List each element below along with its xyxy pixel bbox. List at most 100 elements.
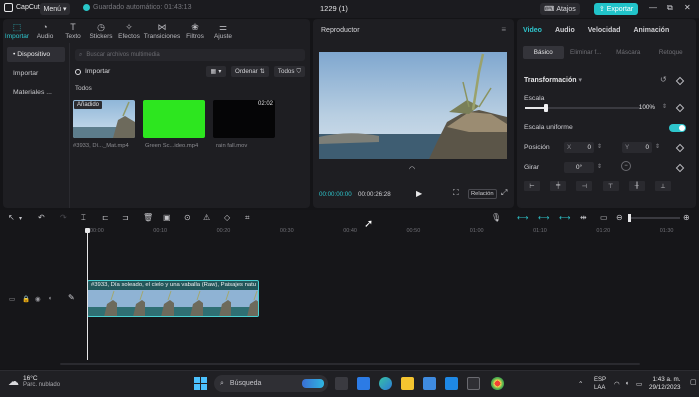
timeline-scrollbar[interactable]	[60, 363, 640, 365]
video-preview[interactable]	[319, 52, 507, 159]
zoom-slider-handle[interactable]	[628, 214, 631, 222]
edge-icon[interactable]	[379, 377, 392, 390]
stepper-icon[interactable]: ⇕	[597, 163, 602, 170]
maximize-button[interactable]: ⧉	[667, 3, 673, 13]
rotate-icon[interactable]: ◇	[224, 213, 230, 222]
reverse-icon[interactable]: ⊙	[184, 213, 191, 222]
auto-snap-icon[interactable]: ⟷	[538, 213, 549, 222]
filter-button[interactable]: Todos ⛉	[274, 66, 305, 77]
media-item-landscape[interactable]: Añadido	[73, 100, 135, 138]
align-left-icon[interactable]: ⊢	[524, 181, 540, 191]
tab-text[interactable]: T Texto	[59, 19, 87, 43]
tab-animation[interactable]: Animación	[633, 27, 669, 34]
scale-slider-handle[interactable]	[543, 104, 548, 112]
position-x-field[interactable]: X0	[564, 142, 594, 153]
microphone-icon[interactable]: 🎙	[491, 213, 501, 222]
position-y-field[interactable]: Y0	[622, 142, 652, 153]
undo-icon[interactable]: ↶	[38, 213, 45, 222]
rotate-field[interactable]: 0°	[564, 162, 594, 173]
export-button[interactable]: ⇪ Exportar	[594, 3, 638, 15]
split-icon[interactable]: ⌶	[81, 213, 86, 223]
uniform-scale-toggle[interactable]	[669, 124, 686, 132]
media-search-input[interactable]: ⌕ Buscar archivos multimedia	[75, 49, 305, 61]
minimize-button[interactable]: —	[649, 3, 657, 12]
tab-audio-props[interactable]: Audio	[555, 27, 575, 34]
visibility-icon[interactable]: ◉	[35, 295, 41, 303]
project-title[interactable]: 1229 (1)	[320, 4, 348, 13]
import-radio[interactable]	[75, 68, 81, 75]
taskbar-clock[interactable]: 1:43 a. m. 29/12/2023	[649, 376, 681, 392]
tab-effects[interactable]: ✧ Efectos	[115, 19, 143, 43]
taskbar-search[interactable]: ⌕ Búsqueda	[214, 375, 328, 392]
keyframe-icon[interactable]	[675, 103, 685, 113]
mail-icon[interactable]	[445, 377, 458, 390]
tab-video[interactable]: Video	[523, 27, 542, 34]
close-button[interactable]: ✕	[684, 3, 691, 12]
tab-transitions[interactable]: ⋈ Transiciones	[143, 19, 181, 43]
view-mode-button[interactable]: ▦ ▾	[206, 66, 226, 77]
edit-pencil-icon[interactable]: ✎	[68, 293, 75, 302]
chrome-icon[interactable]	[491, 377, 504, 390]
subtab-remove-bg[interactable]: Eliminar f...	[566, 46, 607, 59]
stepper-icon[interactable]: ⇕	[597, 143, 602, 150]
freeze-icon[interactable]: ▣	[163, 213, 171, 222]
windows-start-icon[interactable]	[194, 377, 207, 390]
linkage-icon[interactable]: ⟷	[559, 213, 570, 222]
rotate-dial-icon[interactable]: −	[621, 161, 631, 171]
delete-icon[interactable]: 🗑	[143, 213, 153, 222]
playhead-handle[interactable]	[85, 228, 90, 233]
keyframe-icon[interactable]	[675, 143, 685, 153]
track-cover-icon[interactable]: ▭	[9, 295, 15, 303]
link-main-track-icon[interactable]: ⟷	[517, 213, 528, 222]
subtab-mask[interactable]: Máscara	[608, 46, 649, 59]
playhead[interactable]	[87, 229, 88, 360]
focus-frame-icon[interactable]: ⛶	[453, 188, 459, 198]
menu-button[interactable]: Menú ▾	[40, 3, 70, 15]
import-option[interactable]: Importar	[75, 68, 110, 75]
align-center-v-icon[interactable]: ╫	[628, 181, 645, 191]
stepper-icon[interactable]: ⇕	[655, 143, 660, 150]
store-icon[interactable]	[423, 377, 436, 390]
play-icon[interactable]: ▶	[416, 189, 422, 198]
zoom-out-icon[interactable]: ⊖	[616, 213, 623, 222]
tab-stickers[interactable]: ◷ Stickers	[87, 19, 115, 43]
language-indicator[interactable]: ESP LAA	[594, 376, 606, 392]
align-top-icon[interactable]: ⊤	[602, 181, 619, 191]
tab-audio[interactable]: ◔ Audio	[31, 19, 59, 43]
preview-axis-icon[interactable]: ⇹	[580, 213, 587, 222]
video-clip[interactable]: #3933, Día soleado, el cielo y una vabal…	[87, 280, 259, 317]
capcut-taskbar-icon[interactable]	[467, 377, 480, 390]
crop-icon[interactable]: ⌗	[245, 213, 250, 223]
split-right-icon[interactable]: ⊐	[122, 213, 129, 222]
media-item-greenscreen[interactable]	[143, 100, 205, 138]
side-nav-materials[interactable]: Materiales ...	[7, 85, 65, 100]
zoom-in-icon[interactable]: ⊕	[683, 213, 690, 222]
redo-icon[interactable]: ↷	[60, 213, 67, 222]
battery-icon[interactable]: ▭	[636, 380, 642, 388]
tray-chevron-icon[interactable]: ⌃	[578, 380, 583, 388]
hamburger-menu-icon[interactable]: ≡	[501, 25, 506, 34]
shortcuts-button[interactable]: ⌨ Atajos	[540, 3, 580, 15]
align-right-icon[interactable]: ⊣	[576, 181, 593, 191]
keyframe-icon[interactable]	[675, 163, 685, 173]
keyframe-icon[interactable]	[675, 76, 685, 86]
zoom-slider[interactable]	[628, 214, 680, 222]
file-explorer-icon[interactable]	[401, 377, 414, 390]
volume-icon[interactable]: ◖	[625, 380, 629, 387]
ratio-button[interactable]: Relación	[468, 189, 497, 199]
subtitle-icon[interactable]: ▭	[600, 213, 608, 222]
tab-adjust[interactable]: ⚌ Ajuste	[209, 19, 237, 43]
subtab-retouch[interactable]: Retoque	[651, 46, 692, 59]
mute-icon[interactable]: ◖	[48, 295, 52, 302]
lock-icon[interactable]: 🔒	[22, 295, 30, 303]
mirror-icon[interactable]: ⚠	[203, 213, 210, 222]
align-bottom-icon[interactable]: ⊥	[654, 181, 671, 191]
side-nav-device[interactable]: • Dispositivo	[7, 47, 65, 62]
tab-speed[interactable]: Velocidad	[588, 27, 621, 34]
weather-widget[interactable]: ☁ 16°C Parc. nublado	[8, 375, 60, 388]
tab-import[interactable]: ⬚ Importar	[3, 19, 31, 43]
scale-slider[interactable]	[525, 104, 640, 112]
select-cursor-icon[interactable]: ↖	[8, 213, 15, 222]
wifi-icon[interactable]: ◠	[614, 380, 620, 388]
media-item-rainfall[interactable]: 02:02	[213, 100, 275, 138]
